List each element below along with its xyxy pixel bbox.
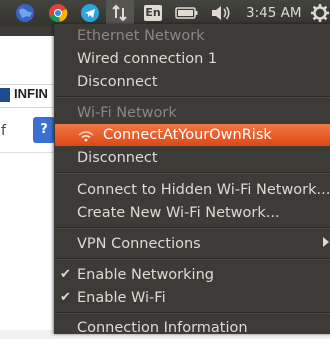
wifi-disconnect-item[interactable]: Disconnect	[77, 147, 158, 169]
submenu-arrow-icon	[323, 237, 329, 247]
active-wifi-network-item[interactable]: ConnectAtYourOwnRisk	[103, 124, 272, 146]
telegram-icon[interactable]	[79, 3, 101, 23]
volume-icon[interactable]	[210, 3, 232, 23]
wifi-signal-icon	[77, 126, 95, 144]
checkmark-icon: ✔	[60, 290, 71, 305]
gear-icon[interactable]	[310, 3, 330, 23]
keyboard-indicator-label: En	[144, 5, 162, 21]
background-window-titlebar	[0, 26, 60, 36]
help-icon: ?	[40, 122, 48, 137]
background-input-fragment[interactable]: f	[1, 123, 6, 139]
clock[interactable]: 3:45 AM	[246, 0, 302, 26]
enable-networking-item[interactable]: Enable Networking	[77, 264, 214, 286]
background-tab-label: INFIN	[14, 86, 48, 101]
menu-separator	[55, 172, 330, 174]
menu-separator	[55, 227, 330, 229]
network-arrows-icon[interactable]	[106, 0, 134, 26]
chrome-icon[interactable]	[47, 3, 69, 23]
keyboard-indicator[interactable]: En	[143, 3, 163, 23]
site-logo-icon	[0, 88, 10, 102]
ethernet-network-header: Ethernet Network	[77, 28, 205, 44]
wired-connection-item[interactable]: Wired connection 1	[77, 48, 217, 70]
menu-separator	[55, 258, 330, 260]
menu-separator	[55, 96, 330, 98]
checkmark-icon: ✔	[60, 267, 71, 282]
enable-wifi-item[interactable]: Enable Wi-Fi	[77, 287, 166, 309]
vpn-connections-item[interactable]: VPN Connections	[77, 233, 201, 255]
connection-information-item[interactable]: Connection Information	[77, 317, 248, 339]
connect-hidden-wifi-item[interactable]: Connect to Hidden Wi-Fi Network...	[77, 179, 330, 201]
background-divider	[0, 152, 60, 153]
create-new-wifi-item[interactable]: Create New Wi-Fi Network...	[77, 202, 280, 224]
wifi-network-header: Wi-Fi Network	[77, 105, 177, 121]
background-window	[0, 26, 60, 330]
globe-icon[interactable]	[14, 3, 36, 23]
menu-separator	[55, 312, 330, 314]
background-help-button[interactable]: ?	[33, 117, 55, 143]
battery-icon[interactable]	[175, 3, 199, 23]
ethernet-disconnect-item[interactable]: Disconnect	[77, 71, 158, 93]
